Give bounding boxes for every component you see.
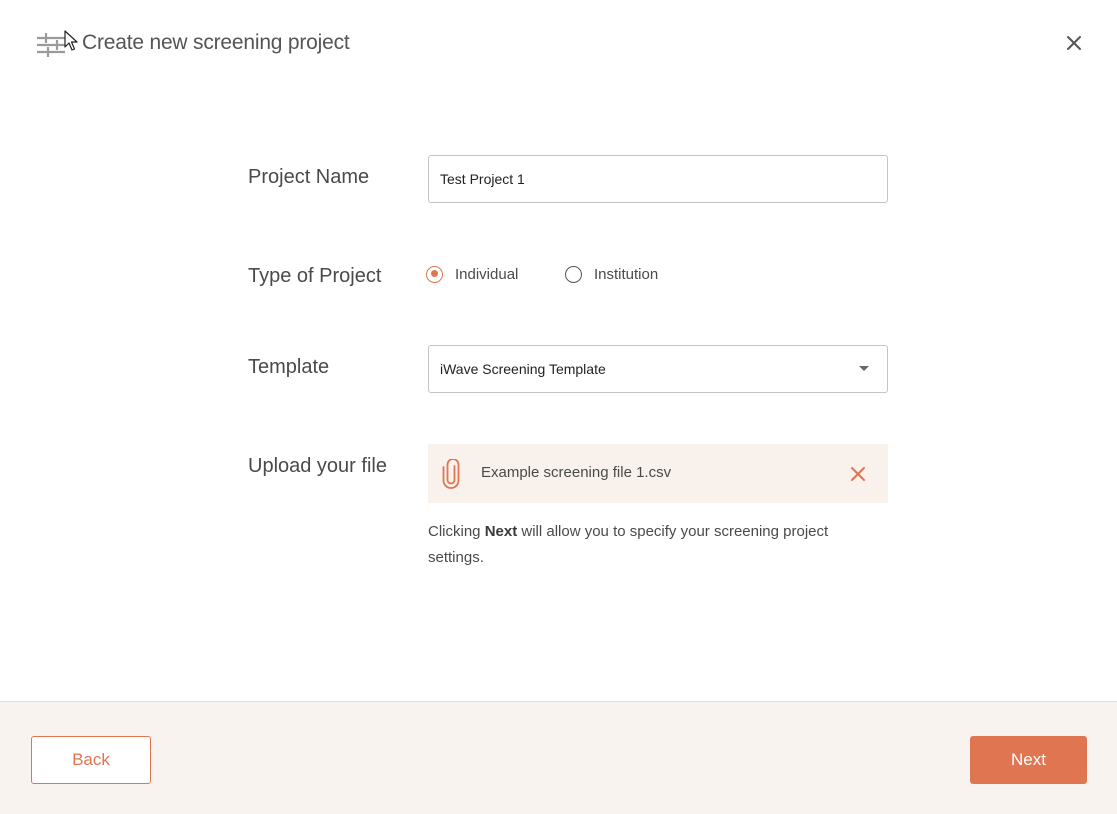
paperclip-icon: [442, 459, 460, 489]
dialog-footer: Back Next: [0, 701, 1117, 814]
close-icon[interactable]: [1062, 31, 1086, 55]
hint-prefix: Clicking: [428, 523, 485, 540]
project-name-label: Project Name: [248, 166, 370, 188]
template-label: Template: [248, 356, 330, 378]
dialog-header: Create new screening project: [0, 0, 1117, 90]
radio-individual-checked-icon[interactable]: [426, 265, 443, 283]
next-hint-text: Clicking Next will allow you to specify …: [428, 519, 868, 571]
next-button[interactable]: Next: [970, 736, 1087, 784]
sliders-icon: [37, 33, 65, 57]
hint-emphasis: Next: [484, 523, 518, 540]
uploaded-file-item: Example screening file 1.csv: [428, 444, 888, 503]
radio-institution-unchecked-icon[interactable]: [565, 265, 582, 283]
remove-file-icon[interactable]: [849, 465, 867, 483]
back-button[interactable]: Back: [31, 736, 151, 784]
caret-down-icon: [859, 366, 869, 371]
radio-individual[interactable]: Individual: [426, 263, 518, 285]
project-type-label: Type of Project: [248, 265, 382, 287]
project-name-input[interactable]: [428, 155, 888, 203]
radio-institution[interactable]: Institution: [565, 263, 658, 285]
mouse-cursor-icon: [64, 30, 78, 51]
template-select[interactable]: iWave Screening Template: [428, 345, 888, 393]
create-project-dialog: Create new screening project Project Nam…: [0, 0, 1117, 814]
template-select-value: iWave Screening Template: [440, 361, 606, 377]
radio-institution-label: Institution: [594, 265, 659, 283]
radio-individual-label: Individual: [455, 265, 519, 283]
upload-label: Upload your file: [248, 455, 387, 477]
uploaded-file-name: Example screening file 1.csv: [481, 464, 672, 481]
dialog-title: Create new screening project: [82, 31, 350, 54]
